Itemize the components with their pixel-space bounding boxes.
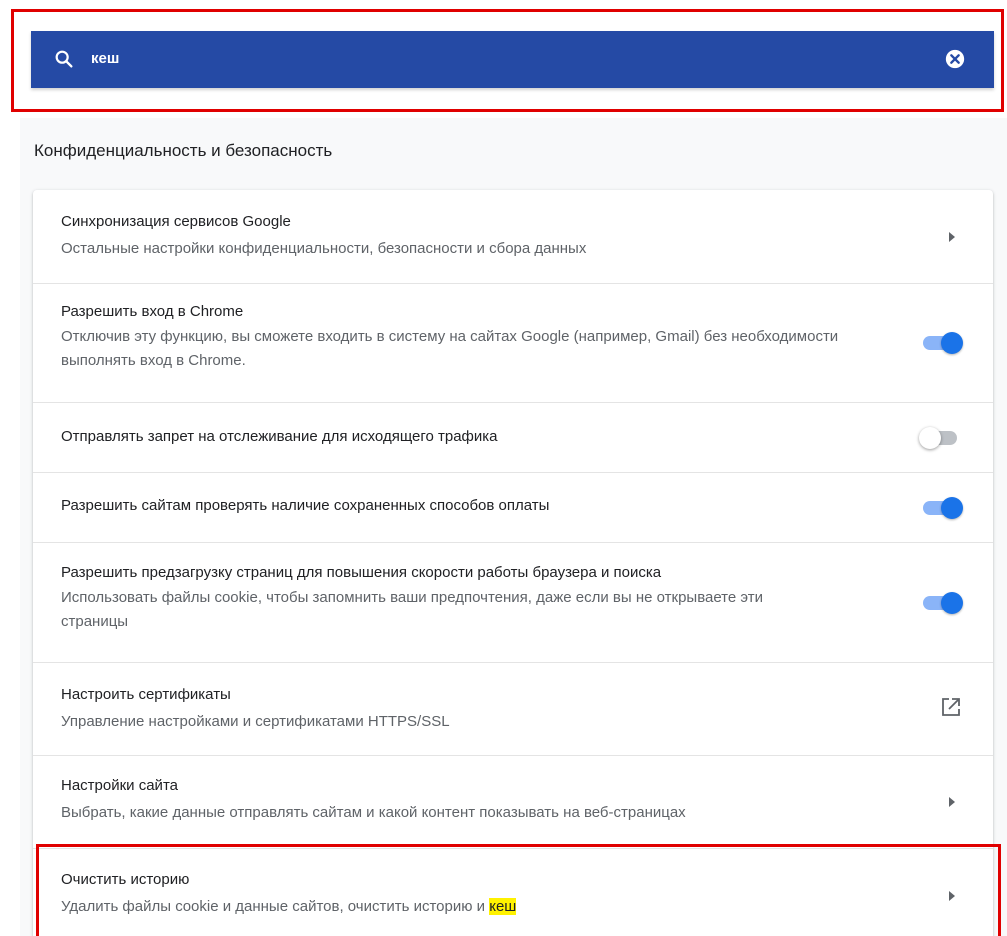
row-title: Разрешить сайтам проверять наличие сохра… (61, 497, 550, 514)
row-manage-certificates[interactable]: Настроить сертификаты Управление настрой… (33, 662, 993, 755)
row-description: Удалить файлы cookie и данные сайтов, оч… (61, 895, 901, 919)
chevron-right-icon[interactable] (947, 890, 957, 902)
row-sync-google-services[interactable]: Синхронизация сервисов Google Остальные … (33, 190, 993, 283)
row-title: Синхронизация сервисов Google (61, 213, 291, 230)
do-not-track-toggle[interactable] (919, 425, 967, 451)
row-clear-history[interactable]: Очистить историю Удалить файлы cookie и … (33, 848, 993, 936)
row-allow-chrome-signin[interactable]: Разрешить вход в Chrome Отключив эту фун… (33, 283, 993, 402)
row-description: Отключив эту функцию, вы сможете входить… (61, 328, 839, 369)
allow-signin-toggle[interactable] (921, 330, 967, 356)
row-payment-methods-check[interactable]: Разрешить сайтам проверять наличие сохра… (33, 472, 993, 542)
row-description: Выбрать, какие данные отправлять сайтам … (61, 804, 686, 821)
row-title: Настроить сертификаты (61, 686, 231, 703)
row-title: Очистить историю (61, 871, 190, 888)
chevron-right-icon[interactable] (947, 796, 957, 808)
row-title: Разрешить вход в Chrome (61, 303, 244, 320)
payment-methods-toggle[interactable] (921, 495, 967, 521)
preload-pages-toggle[interactable] (921, 590, 967, 616)
row-preload-pages[interactable]: Разрешить предзагрузку страниц для повыш… (33, 542, 993, 662)
toggle-knob (941, 592, 963, 614)
row-description: Использовать файлы cookie, чтобы запомни… (61, 589, 763, 630)
row-title: Разрешить предзагрузку страниц для повыш… (61, 564, 662, 581)
row-title: Отправлять запрет на отслеживание для ис… (61, 428, 498, 445)
settings-page: Конфиденциальность и безопасность Синхро… (0, 0, 1007, 936)
toggle-knob (941, 332, 963, 354)
section-title: Конфиденциальность и безопасность (34, 141, 333, 160)
chevron-right-icon[interactable] (947, 231, 957, 243)
row-title: Настройки сайта (61, 777, 178, 794)
row-do-not-track[interactable]: Отправлять запрет на отслеживание для ис… (33, 402, 993, 472)
external-link-icon[interactable] (940, 696, 962, 718)
toggle-knob (919, 427, 941, 449)
search-match-highlight: кеш (489, 898, 517, 915)
search-annotation-box (11, 9, 1004, 112)
row-site-settings[interactable]: Настройки сайта Выбрать, какие данные от… (33, 755, 993, 848)
row-description: Управление настройками и сертификатами H… (61, 713, 450, 730)
description-text: Удалить файлы cookie и данные сайтов, оч… (61, 898, 490, 915)
row-description: Остальные настройки конфиденциальности, … (61, 240, 587, 257)
privacy-settings-card: Синхронизация сервисов Google Остальные … (33, 190, 993, 936)
toggle-knob (941, 497, 963, 519)
